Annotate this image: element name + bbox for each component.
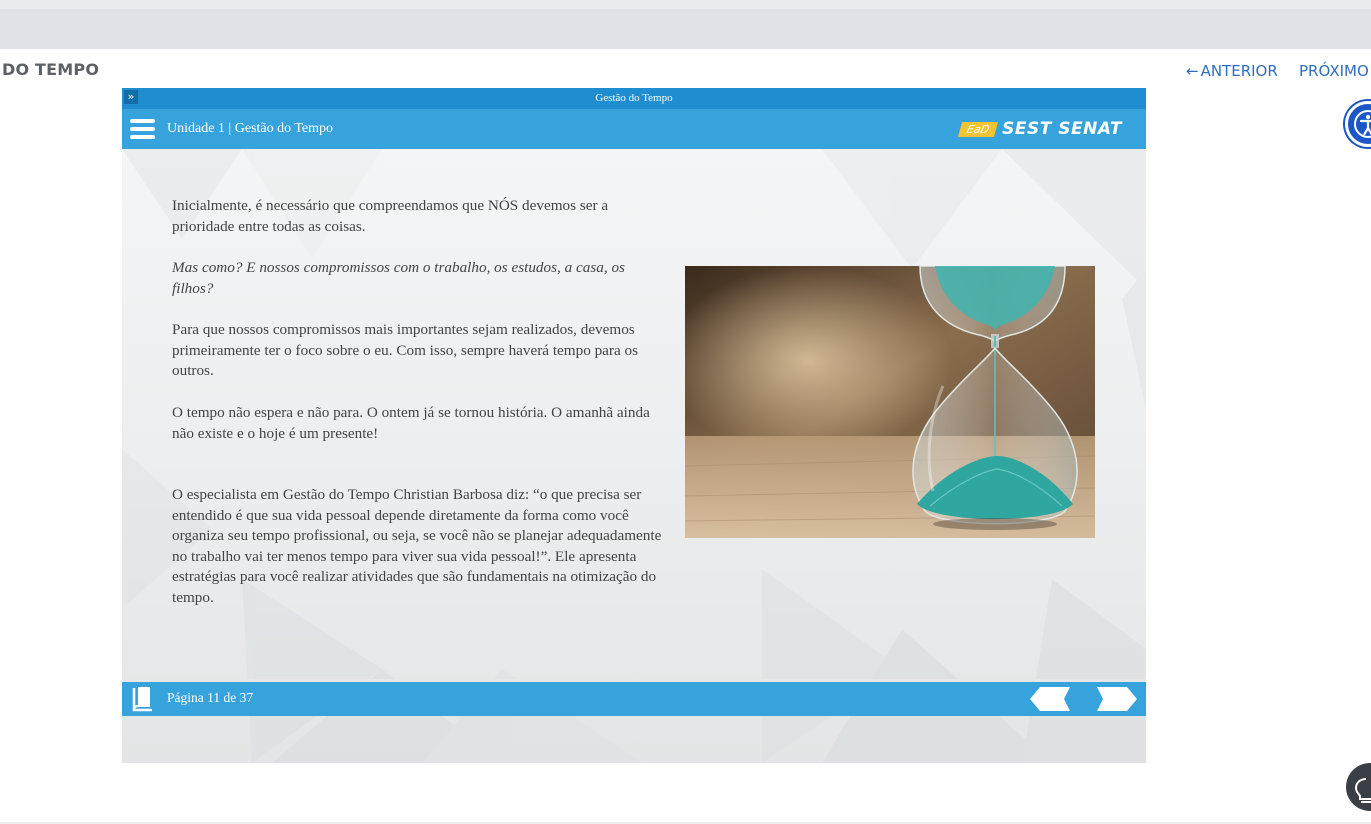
prev-arrow-icon	[1030, 687, 1070, 711]
player-footer: Página 11 de 37	[122, 679, 1146, 716]
player-titlebar: Gestão do Tempo »	[122, 88, 1146, 109]
slide-content: Inicialmente, é necessário que compreend…	[122, 149, 1146, 763]
accessibility-button[interactable]	[1345, 101, 1371, 147]
top-bar	[0, 9, 1371, 49]
previous-link[interactable]: ← ANTERIOR	[1186, 62, 1278, 80]
hint-button[interactable]	[1346, 763, 1371, 811]
sest-senat-logo: EaD SEST SENAT	[957, 118, 1122, 140]
logo-brand: SEST SENAT	[1002, 119, 1122, 139]
back-arrow-icon: ←	[1186, 62, 1199, 80]
paragraph: O especialista em Gestão do Tempo Christ…	[172, 486, 662, 606]
next-arrow-icon	[1097, 687, 1137, 711]
paragraph: Inicialmente, é necessário que compreend…	[172, 197, 609, 235]
unit-label: Unidade 1 | Gestão do Tempo	[167, 121, 334, 136]
accessibility-icon	[1354, 110, 1371, 138]
lightbulb-icon	[1354, 778, 1371, 803]
previous-label: ANTERIOR	[1200, 62, 1278, 80]
logo-ead: EaD	[957, 121, 999, 137]
top-strip	[0, 0, 1371, 9]
player-window-title: Gestão do Tempo	[595, 92, 673, 104]
hourglass-photo	[685, 266, 1095, 538]
player-header: Unidade 1 | Gestão do Tempo EaD SEST SEN…	[122, 109, 1146, 149]
paragraph-italic: Mas como? E nossos compromissos com o tr…	[172, 259, 625, 297]
course-player: Gestão do Tempo » Unidade 1 | Gestão do …	[122, 88, 1146, 763]
page-counter: Página 11 de 37	[167, 690, 254, 705]
book-icon[interactable]	[132, 686, 154, 712]
prev-page-button[interactable]	[1030, 687, 1072, 711]
paragraph: O tempo não espera e não para. O ontem j…	[172, 404, 650, 442]
paragraph: Para que nossos compromissos mais import…	[172, 321, 639, 379]
next-link[interactable]: PRÓXIMO	[1299, 62, 1369, 80]
next-page-button[interactable]	[1095, 687, 1137, 711]
course-title: DO TEMPO	[2, 60, 100, 79]
expand-icon[interactable]: »	[124, 90, 138, 104]
menu-icon[interactable]	[130, 119, 155, 139]
